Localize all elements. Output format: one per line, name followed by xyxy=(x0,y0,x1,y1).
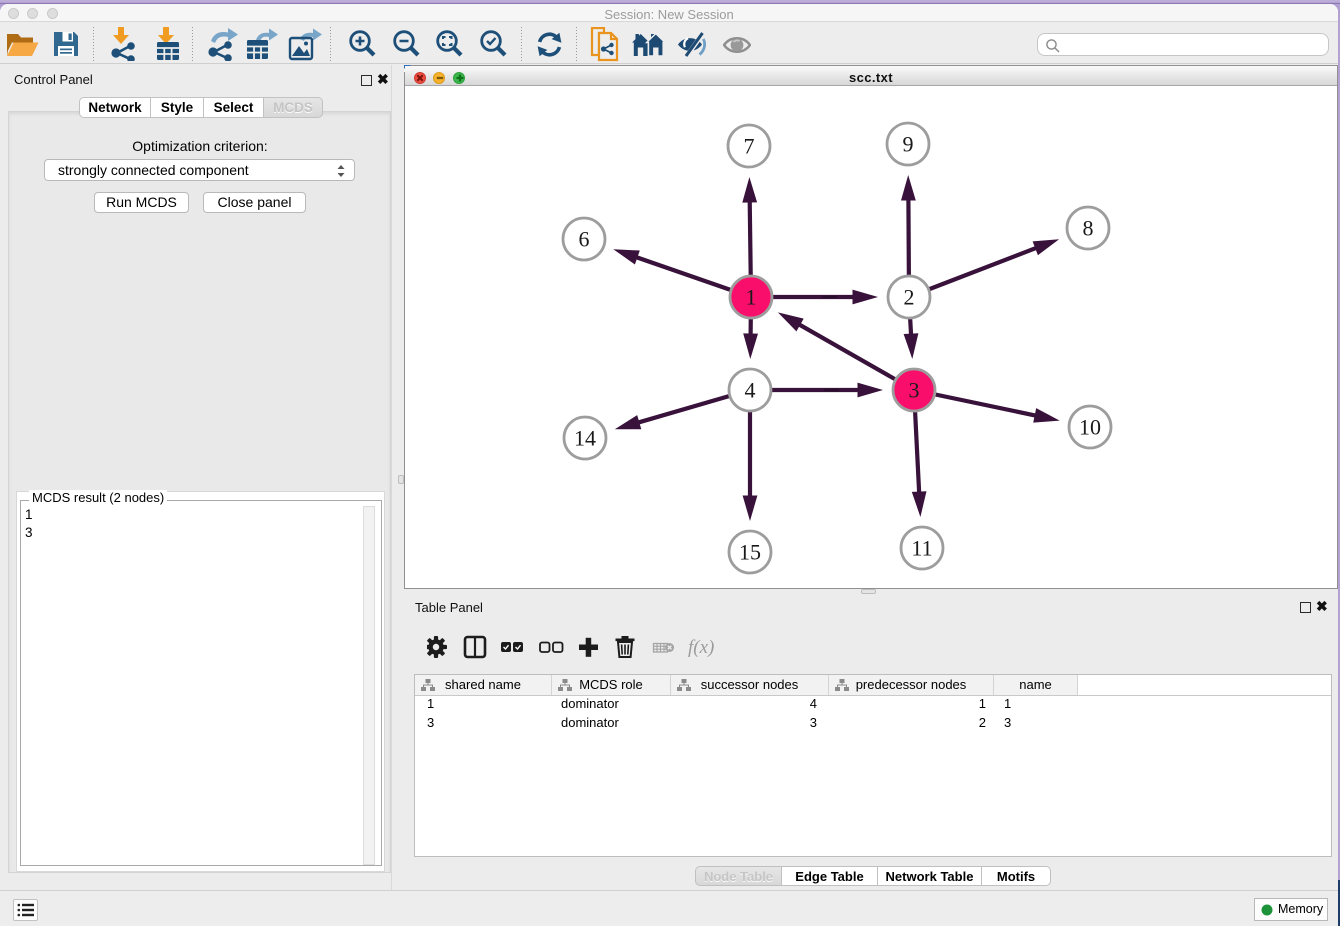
svg-text:14: 14 xyxy=(574,426,596,451)
svg-text:6: 6 xyxy=(579,227,590,252)
svg-text:1: 1 xyxy=(746,285,757,310)
svg-text:9: 9 xyxy=(903,132,914,157)
svg-text:7: 7 xyxy=(744,134,755,159)
svg-text:15: 15 xyxy=(739,540,761,565)
svg-text:10: 10 xyxy=(1079,415,1101,440)
svg-text:2: 2 xyxy=(904,285,915,310)
svg-text:8: 8 xyxy=(1083,216,1094,241)
svg-text:f(x): f(x) xyxy=(688,637,714,658)
svg-text:4: 4 xyxy=(745,378,756,403)
svg-text:11: 11 xyxy=(911,536,932,561)
svg-text:3: 3 xyxy=(909,378,920,403)
